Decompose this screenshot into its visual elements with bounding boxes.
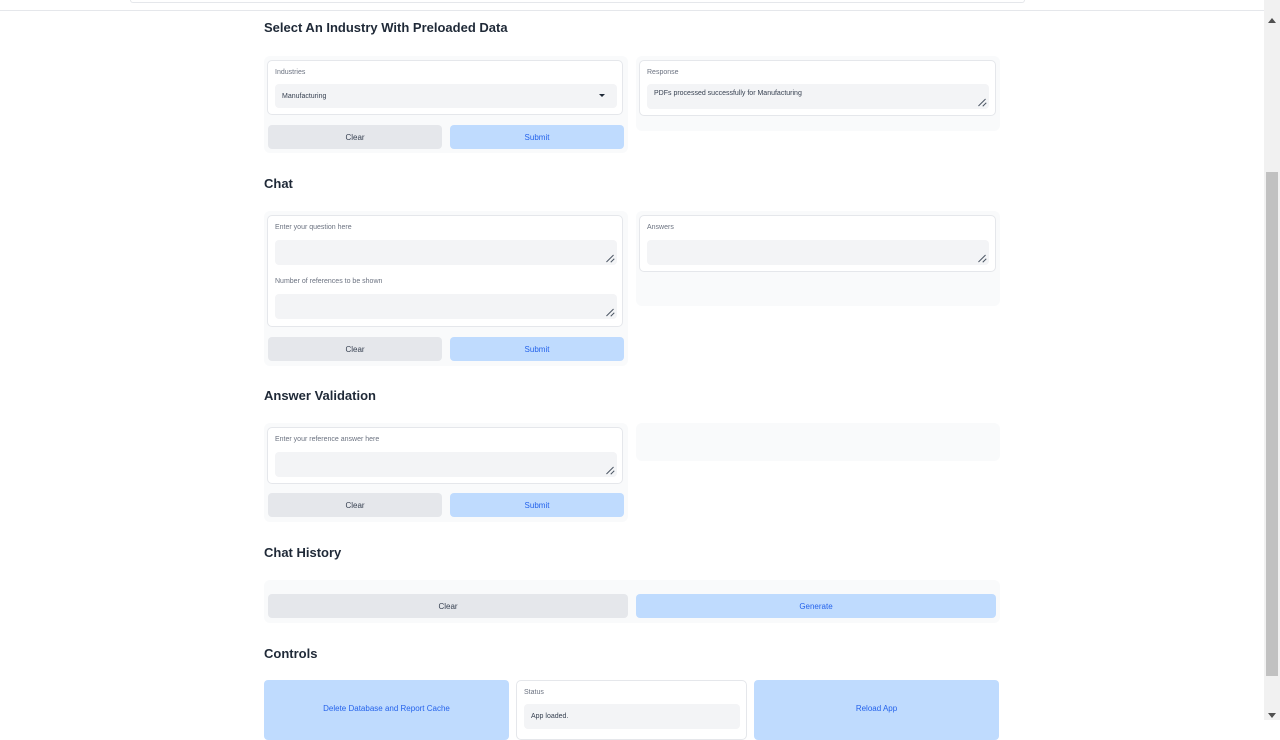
reference-answer-textarea[interactable] (275, 452, 617, 477)
chat-inputs-card: Enter your question here Number of refer… (267, 215, 623, 327)
top-search-bar[interactable] (130, 0, 1025, 3)
scrollbar-thumb[interactable] (1266, 172, 1278, 676)
response-card: Response PDFs processed successfully for… (639, 60, 996, 116)
industry-section-title: Select An Industry With Preloaded Data (264, 20, 508, 35)
history-clear-button[interactable]: Clear (268, 594, 628, 618)
answers-label: Answers (647, 224, 674, 231)
validation-clear-button[interactable]: Clear (268, 493, 442, 517)
reference-answer-label: Enter your reference answer here (275, 436, 380, 443)
resize-handle-icon[interactable] (606, 467, 614, 475)
top-bar (0, 0, 1264, 11)
history-section-title: Chat History (264, 545, 342, 560)
scroll-up-icon[interactable] (1268, 18, 1276, 23)
chat-submit-button[interactable]: Submit (450, 337, 624, 361)
answers-textarea[interactable] (647, 240, 989, 265)
industry-submit-button[interactable]: Submit (450, 125, 624, 149)
validation-section-title: Answer Validation (264, 388, 376, 403)
industries-selected-value: Manufacturing (282, 92, 327, 100)
industries-label: Industries (275, 69, 306, 76)
industries-dropdown[interactable]: Manufacturing (275, 84, 617, 108)
reference-answer-card: Enter your reference answer here (267, 427, 623, 484)
scroll-down-icon[interactable] (1268, 713, 1276, 718)
chat-input-panel: Enter your question here Number of refer… (264, 211, 628, 366)
history-panel: Clear Generate (264, 580, 1000, 623)
history-generate-button[interactable]: Generate (636, 594, 996, 618)
answers-panel: Answers (636, 211, 1000, 306)
response-textarea[interactable]: PDFs processed successfully for Manufact… (647, 84, 989, 109)
response-text: PDFs processed successfully for Manufact… (654, 90, 802, 97)
answers-card: Answers (639, 215, 996, 272)
delete-database-button[interactable]: Delete Database and Report Cache (264, 680, 509, 740)
page-scrollbar[interactable] (1264, 0, 1280, 720)
question-label: Enter your question here (275, 224, 352, 231)
validation-submit-button[interactable]: Submit (450, 493, 624, 517)
references-textarea[interactable] (275, 294, 617, 319)
question-textarea[interactable] (275, 240, 617, 265)
validation-input-panel: Enter your reference answer here Clear S… (264, 423, 628, 522)
status-card: Status App loaded. (516, 680, 747, 740)
resize-handle-icon[interactable] (978, 99, 986, 107)
response-panel: Response PDFs processed successfully for… (636, 56, 1000, 131)
resize-handle-icon[interactable] (606, 309, 614, 317)
delete-database-label: Delete Database and Report Cache (323, 704, 450, 713)
reload-app-label: Reload App (855, 704, 898, 713)
status-textarea[interactable]: App loaded. (524, 704, 740, 729)
chat-section-title: Chat (264, 176, 293, 191)
chat-clear-button[interactable]: Clear (268, 337, 442, 361)
industries-card: Industries Manufacturing (267, 60, 623, 115)
status-label: Status (524, 689, 544, 696)
validation-output-panel (636, 423, 1000, 461)
response-label: Response (647, 69, 679, 76)
controls-section-title: Controls (264, 646, 318, 661)
references-label: Number of references to be shown (275, 278, 383, 285)
industry-input-panel: Industries Manufacturing Clear Submit (264, 56, 628, 153)
resize-handle-icon[interactable] (606, 255, 614, 263)
status-text: App loaded. (531, 713, 569, 720)
reload-app-button[interactable]: Reload App (754, 680, 999, 740)
resize-handle-icon[interactable] (978, 255, 986, 263)
industry-clear-button[interactable]: Clear (268, 125, 442, 149)
chevron-down-icon[interactable] (599, 94, 605, 97)
